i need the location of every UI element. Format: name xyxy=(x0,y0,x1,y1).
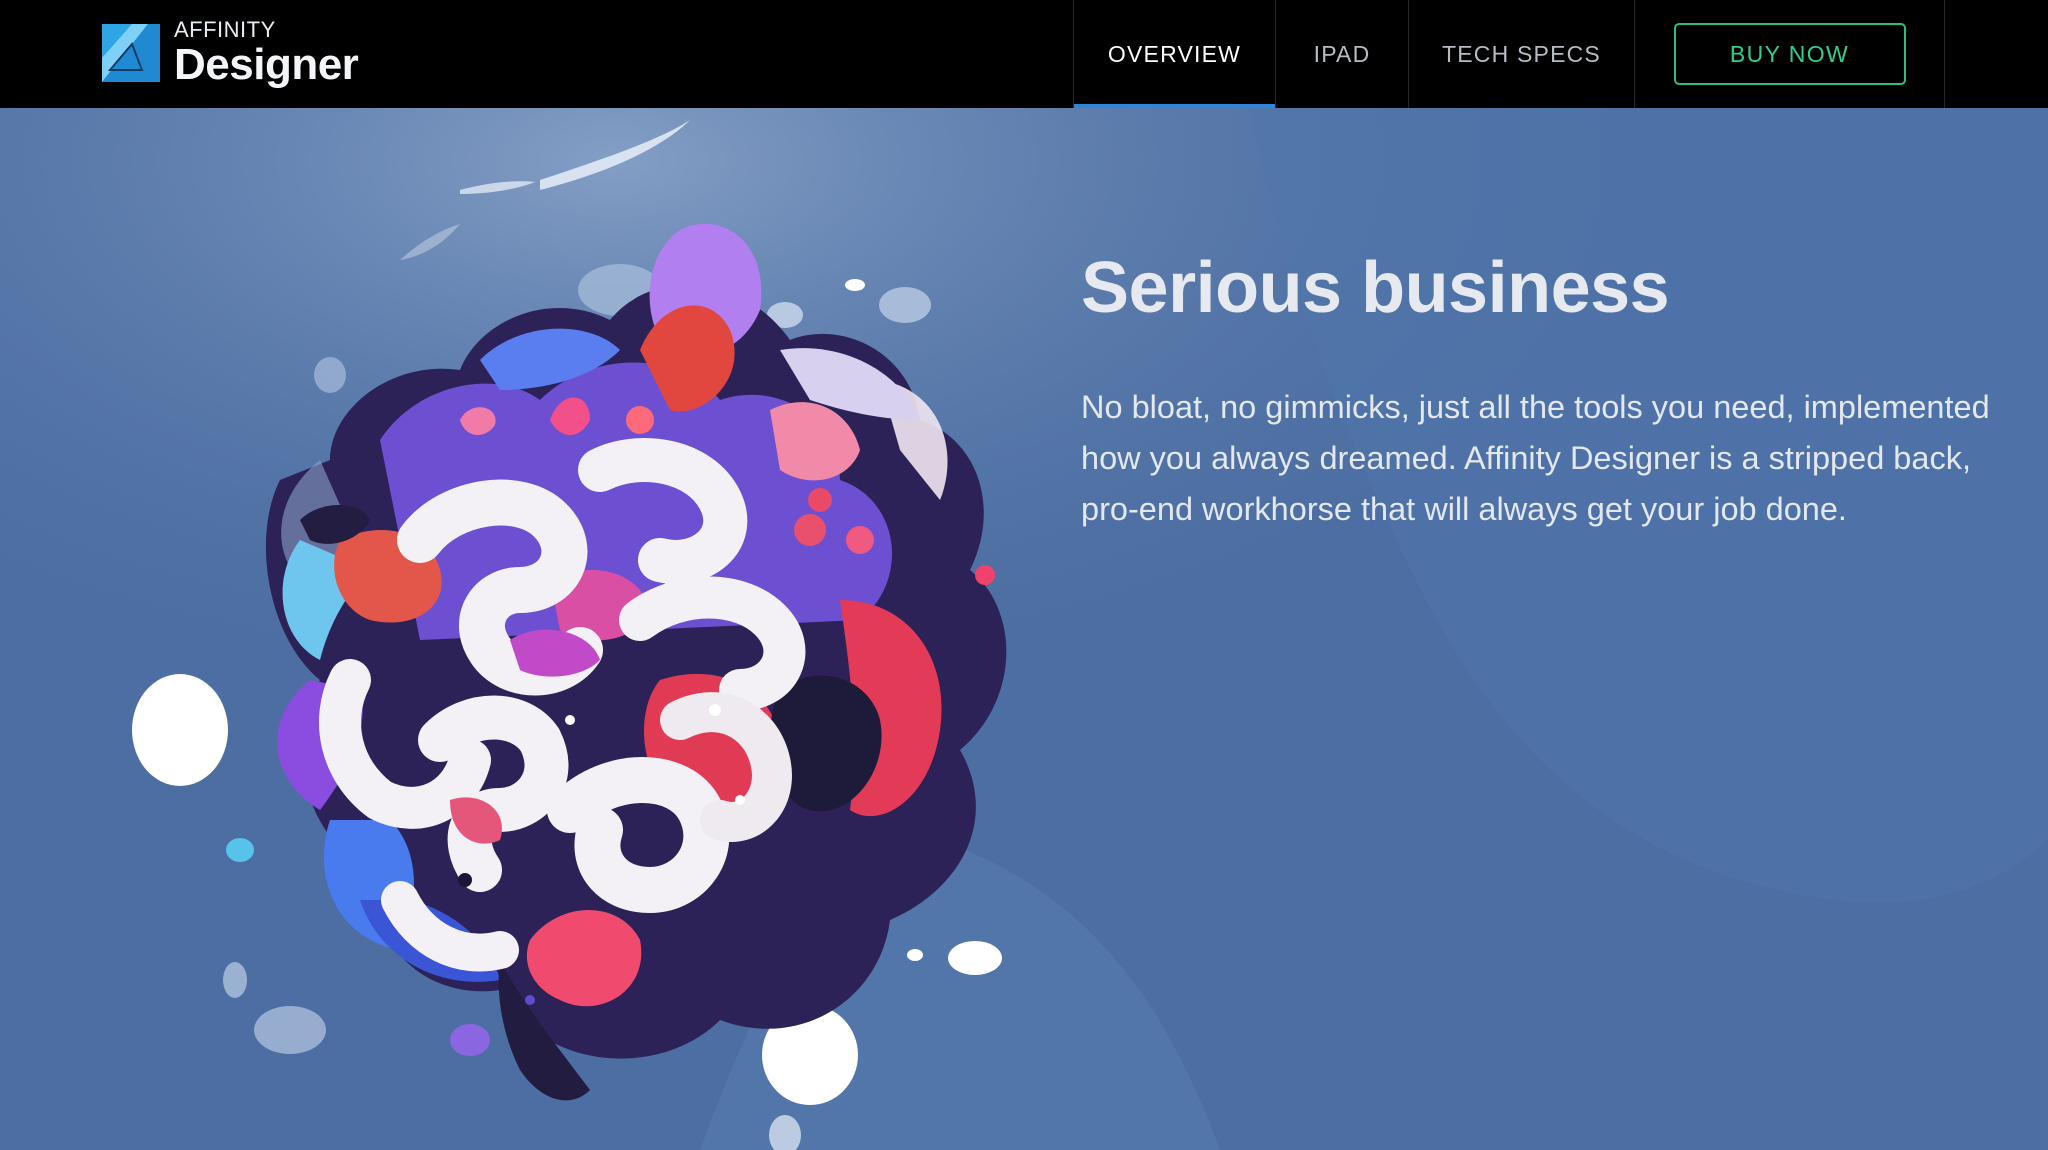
logo-wordmark: AFFINITY Designer xyxy=(174,17,359,89)
hero-copy: Serious business No bloat, no gimmicks, … xyxy=(1081,252,2001,535)
buy-now-container: BUY NOW xyxy=(1634,0,1945,108)
page: AFFINITY Designer OVERVIEW IPAD TECH SPE… xyxy=(0,0,2048,1150)
buy-now-button[interactable]: BUY NOW xyxy=(1673,23,1906,85)
affinity-designer-logo-icon xyxy=(102,24,160,82)
logo-product-name: Designer xyxy=(174,40,359,89)
affinity-designer-logo[interactable]: AFFINITY Designer xyxy=(102,17,359,89)
abstract-blob-illustration xyxy=(132,120,1007,1150)
nav-tab-overview[interactable]: OVERVIEW xyxy=(1073,0,1275,108)
logo-product-line: AFFINITY xyxy=(174,17,276,42)
hero-headline: Serious business xyxy=(1081,248,1670,328)
nav-tab-tech-specs[interactable]: TECH SPECS xyxy=(1408,0,1634,108)
top-navigation-bar: AFFINITY Designer OVERVIEW IPAD TECH SPE… xyxy=(0,0,2048,108)
nav-tab-ipad[interactable]: IPAD xyxy=(1275,0,1408,108)
hero-body-text: No bloat, no gimmicks, just all the tool… xyxy=(1081,389,1990,527)
primary-nav: OVERVIEW IPAD TECH SPECS BUY NOW xyxy=(1073,0,1945,108)
